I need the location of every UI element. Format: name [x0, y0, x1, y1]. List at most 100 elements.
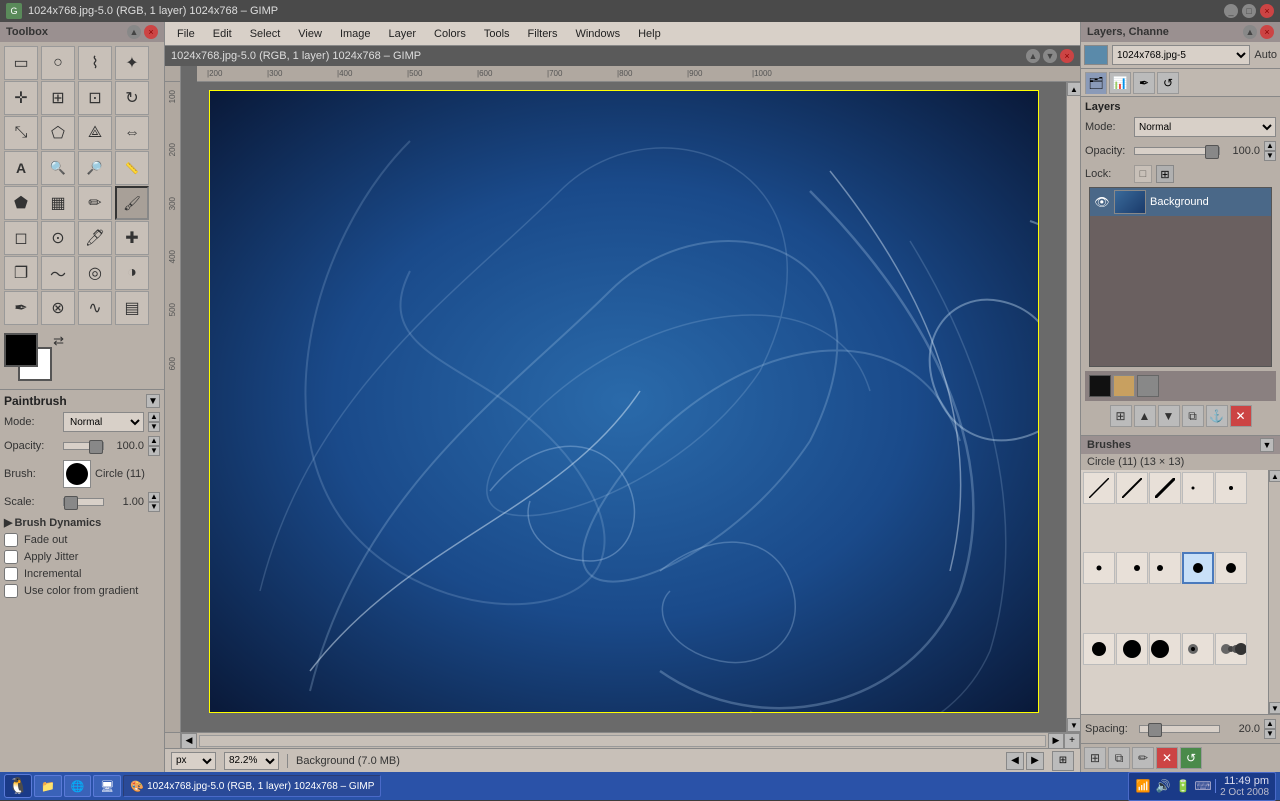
- delete-layer[interactable]: ✕: [1230, 405, 1252, 427]
- close-button[interactable]: ×: [1260, 4, 1274, 18]
- ink-tool[interactable]: 🖊: [78, 221, 112, 255]
- brush-dynamics-toggle[interactable]: ▶ Brush Dynamics: [4, 516, 160, 529]
- menu-filters[interactable]: Filters: [520, 24, 566, 44]
- brush-large3[interactable]: [1215, 633, 1247, 665]
- opacity-down[interactable]: ▼: [148, 446, 160, 456]
- canvas-close[interactable]: ×: [1060, 49, 1074, 63]
- scale-up[interactable]: ▲: [148, 492, 160, 502]
- brush-circle-lg[interactable]: [1083, 633, 1115, 665]
- taskbar-file-manager[interactable]: 📁: [34, 775, 62, 797]
- rotate-tool[interactable]: ↻: [115, 81, 149, 115]
- brush-diag3[interactable]: [1149, 472, 1181, 504]
- canvas-maximize[interactable]: ▼: [1043, 49, 1057, 63]
- vscroll-track[interactable]: [1067, 96, 1080, 718]
- text-tool[interactable]: A: [4, 151, 38, 185]
- brushes-scroll-track[interactable]: [1269, 482, 1280, 702]
- spacing-down[interactable]: ▼: [1264, 729, 1276, 739]
- zoom-select[interactable]: 82.2% 100% 50%: [224, 752, 279, 770]
- brush-dot-sm2[interactable]: [1083, 552, 1115, 584]
- brush-preview[interactable]: [63, 460, 91, 488]
- new-layer-from-visible[interactable]: ⊞: [1110, 405, 1132, 427]
- layer-item-background[interactable]: 👁 Background: [1090, 188, 1271, 216]
- paths-tab[interactable]: ✒: [1133, 72, 1155, 94]
- crop-tool[interactable]: ⊡: [78, 81, 112, 115]
- clock-display[interactable]: 11:49 pm 2 Oct 2008: [1220, 775, 1269, 798]
- layer-opacity-thumb[interactable]: [1205, 145, 1219, 159]
- toolbox-close-button[interactable]: ×: [144, 25, 158, 39]
- blend-tool[interactable]: ▦: [41, 186, 75, 220]
- scroll-left-button[interactable]: ◀: [181, 733, 197, 749]
- mode-down[interactable]: ▼: [148, 422, 160, 432]
- right-panel-up[interactable]: ▲: [1243, 25, 1257, 39]
- layers-tab-active[interactable]: 🗂: [1085, 72, 1107, 94]
- tray-volume-icon[interactable]: 🔊: [1155, 778, 1171, 794]
- brush-new-action[interactable]: ⊞: [1084, 747, 1106, 769]
- nav-left[interactable]: ◀: [1006, 752, 1024, 770]
- brush-refresh-action[interactable]: ↺: [1180, 747, 1202, 769]
- menu-edit[interactable]: Edit: [205, 24, 240, 44]
- menu-view[interactable]: View: [290, 24, 330, 44]
- path-tool[interactable]: ✒: [4, 291, 38, 325]
- image-selector[interactable]: 1024x768.jpg-5: [1112, 45, 1250, 65]
- nav-right[interactable]: ▶: [1026, 752, 1044, 770]
- brush-circle-sm[interactable]: [1149, 552, 1181, 584]
- dodge-burn-tool[interactable]: ◑: [115, 256, 149, 290]
- swatch-tan[interactable]: [1113, 375, 1135, 397]
- scroll-up-button[interactable]: ▲: [1067, 82, 1080, 96]
- brush-edit-action[interactable]: ✏: [1132, 747, 1154, 769]
- brush-dot-sm3[interactable]: [1116, 552, 1148, 584]
- canvas-zoom-button[interactable]: ⊞: [1052, 751, 1074, 771]
- brush-duplicate-action[interactable]: ⧉: [1108, 747, 1130, 769]
- brush-dot-sm-l[interactable]: [1182, 472, 1214, 504]
- scale-slider[interactable]: [63, 498, 104, 506]
- menu-layer[interactable]: Layer: [381, 24, 425, 44]
- mode-up[interactable]: ▲: [148, 412, 160, 422]
- layer-visibility-toggle[interactable]: 👁: [1094, 194, 1110, 210]
- opacity-slider-thumb[interactable]: [89, 440, 103, 454]
- swatch-black[interactable]: [1089, 375, 1111, 397]
- swatch-gray[interactable]: [1137, 375, 1159, 397]
- color-balance-tool[interactable]: ⊗: [41, 291, 75, 325]
- menu-windows[interactable]: Windows: [567, 24, 628, 44]
- incremental-checkbox[interactable]: [4, 567, 18, 581]
- zoom-tool[interactable]: 🔎: [78, 151, 112, 185]
- taskbar-browser[interactable]: 🌐: [64, 775, 92, 797]
- menu-help[interactable]: Help: [630, 24, 669, 44]
- brush-diag1[interactable]: [1083, 472, 1115, 504]
- lock-pixels-button[interactable]: □: [1134, 165, 1152, 183]
- menu-colors[interactable]: Colors: [426, 24, 474, 44]
- canvas-view[interactable]: [181, 82, 1066, 732]
- apply-jitter-checkbox[interactable]: [4, 550, 18, 564]
- canvas-image[interactable]: [209, 90, 1039, 713]
- scale-down[interactable]: ▼: [148, 502, 160, 512]
- brushes-scroll-down[interactable]: ▼: [1269, 702, 1280, 714]
- options-collapse-button[interactable]: ▼: [146, 394, 160, 408]
- unit-select[interactable]: px mm in: [171, 752, 216, 770]
- brush-large2[interactable]: [1182, 633, 1214, 665]
- paintbrush-tool[interactable]: 🖌: [115, 186, 149, 220]
- foreground-color-swatch[interactable]: [4, 333, 38, 367]
- fuzzy-select-tool[interactable]: ✦: [115, 46, 149, 80]
- duplicate-layer[interactable]: ⧉: [1182, 405, 1204, 427]
- opacity-up[interactable]: ▲: [148, 436, 160, 446]
- layer-opacity-slider[interactable]: [1134, 147, 1220, 155]
- bucket-fill-tool[interactable]: ⬟: [4, 186, 38, 220]
- rect-select-tool[interactable]: ▭: [4, 46, 38, 80]
- layer-opacity-down[interactable]: ▼: [1264, 151, 1276, 161]
- tray-network-icon[interactable]: 📶: [1135, 778, 1151, 794]
- maximize-button[interactable]: □: [1242, 4, 1256, 18]
- layer-mode-select[interactable]: Normal: [1134, 117, 1276, 137]
- tray-battery-icon[interactable]: 🔋: [1175, 778, 1191, 794]
- lower-layer[interactable]: ▼: [1158, 405, 1180, 427]
- move-tool[interactable]: ✛: [4, 81, 38, 115]
- vertical-scrollbar[interactable]: ▲ ▼: [1066, 82, 1080, 732]
- taskbar-gimp[interactable]: 🎨 1024x768.jpg-5.0 (RGB, 1 layer) 1024x7…: [123, 775, 381, 797]
- brushes-scrollbar[interactable]: ▲ ▼: [1268, 470, 1280, 714]
- scale-tool[interactable]: ⤡: [4, 116, 38, 150]
- menu-file[interactable]: File: [169, 24, 203, 44]
- scale-slider-thumb[interactable]: [64, 496, 78, 510]
- ellipse-select-tool[interactable]: ○: [41, 46, 75, 80]
- brush-circle-11-selected[interactable]: [1182, 552, 1214, 584]
- swap-colors-icon[interactable]: ⇄: [53, 333, 64, 349]
- hscroll-track[interactable]: [199, 735, 1046, 747]
